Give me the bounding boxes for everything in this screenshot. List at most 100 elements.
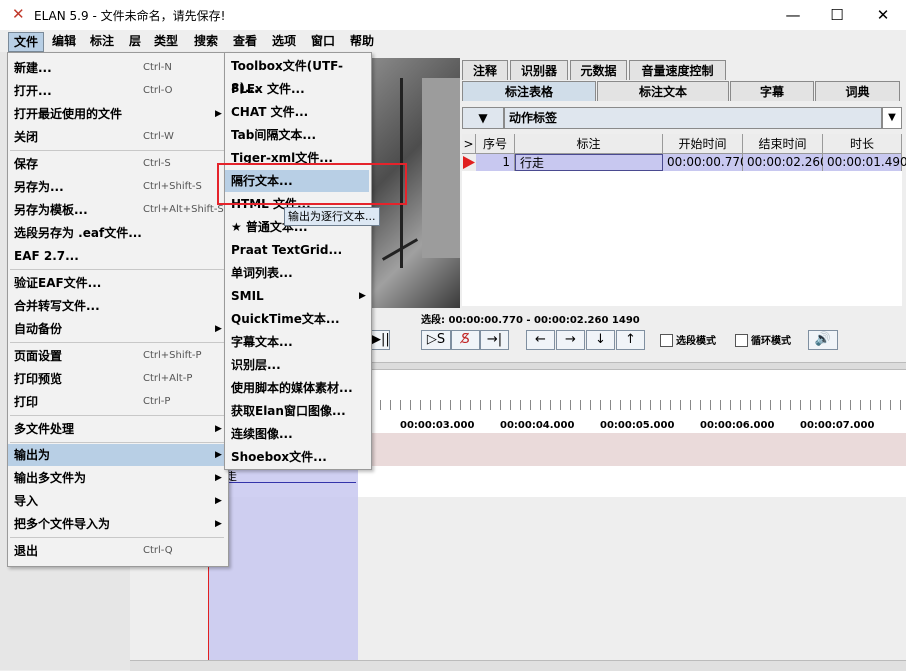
menu-window[interactable]: 窗口 — [306, 32, 340, 50]
export-tab-delimited[interactable]: Tab间隔文本... — [225, 124, 369, 146]
loop-mode-checkbox[interactable] — [735, 334, 748, 347]
menu-item-close[interactable]: 关闭 Ctrl-W — [8, 126, 226, 148]
menu-item-print[interactable]: 打印 Ctrl-P — [8, 391, 226, 413]
menu-item-import[interactable]: 导入 ▶ — [8, 490, 226, 512]
shortcut-label: Ctrl+Alt+Shift-S — [143, 204, 224, 215]
export-image-sequence[interactable]: 连续图像... — [225, 423, 369, 445]
menu-search[interactable]: 搜索 — [189, 32, 223, 50]
selection-info: 选段: 00:00:00.770 - 00:00:02.260 1490 — [421, 315, 640, 326]
tab-subtitles[interactable]: 字幕 — [730, 81, 814, 101]
menu-item-eaf27[interactable]: EAF 2.7... — [8, 245, 226, 267]
close-button[interactable]: ✕ — [860, 0, 906, 30]
tier-up-button[interactable]: ↑ — [616, 330, 645, 350]
timeline-scrollbar[interactable] — [130, 660, 906, 671]
goto-selection-end-button[interactable]: →| — [480, 330, 509, 350]
selection-mode-checkbox[interactable] — [660, 334, 673, 347]
menu-tier[interactable]: 层 — [124, 32, 146, 50]
menu-item-autobackup[interactable]: 自动备份 ▶ — [8, 318, 226, 340]
menu-item-save-as[interactable]: 另存为... Ctrl+Shift-S — [8, 176, 226, 198]
tooltip: 输出为逐行文本... — [284, 207, 380, 226]
tier-dropdown-button[interactable]: ▼ — [882, 107, 902, 129]
menu-item-open[interactable]: 打开... Ctrl-O — [8, 80, 226, 102]
tab-lexicon[interactable]: 词典 — [815, 81, 900, 101]
menu-file[interactable]: 文件 — [8, 32, 45, 52]
menu-item-recent[interactable]: 打开最近使用的文件 ▶ — [8, 103, 226, 125]
clear-selection-button[interactable]: S̸ — [451, 330, 480, 350]
tier-dropdown[interactable]: 动作标签 — [504, 107, 882, 129]
tab-volume-speed[interactable]: 音量速度控制 — [629, 60, 726, 80]
menu-item-label: 多文件处理 — [14, 422, 75, 436]
export-shoebox[interactable]: Shoebox文件... — [225, 446, 369, 468]
menu-item-merge[interactable]: 合并转写文件... — [8, 295, 226, 317]
shortcut-label: Ctrl-O — [143, 85, 173, 96]
table-cell-annotation[interactable]: 行走 — [515, 154, 663, 171]
col-duration[interactable]: 时长 — [823, 134, 902, 154]
menu-item-page-setup[interactable]: 页面设置 Ctrl+Shift-P — [8, 345, 226, 367]
tab-annotation-table[interactable]: 标注表格 — [462, 81, 596, 101]
menu-annotation[interactable]: 标注 — [85, 32, 119, 50]
menu-item-label: 打印 — [14, 395, 39, 409]
selection-mode-label: 选段模式 — [676, 336, 716, 347]
menu-help[interactable]: 帮助 — [345, 32, 379, 50]
menu-item-exit[interactable]: 退出 Ctrl-Q — [8, 540, 226, 562]
export-toolbox[interactable]: Toolbox文件(UTF-8)... — [225, 55, 369, 95]
minimize-button[interactable]: — — [770, 0, 816, 30]
menu-item-print-preview[interactable]: 打印预览 Ctrl+Alt-P — [8, 368, 226, 390]
export-chat[interactable]: CHAT 文件... — [225, 101, 369, 123]
timeline-tick: 00:00:03.000 — [400, 420, 475, 431]
shortcut-label: Ctrl-P — [143, 396, 171, 407]
col-end-time[interactable]: 结束时间 — [743, 134, 823, 154]
col-start-time[interactable]: 开始时间 — [663, 134, 743, 154]
menu-item-label: 打开... — [14, 84, 52, 98]
annotation-underline — [226, 482, 356, 483]
menu-type[interactable]: 类型 — [149, 32, 183, 50]
export-praat-textgrid[interactable]: Praat TextGrid... — [225, 239, 369, 261]
play-pause-button[interactable]: ▶|| — [370, 330, 390, 350]
tier-dropdown-arrow-icon[interactable]: ▼ — [462, 107, 504, 129]
export-quicktime[interactable]: QuickTime文本... — [225, 308, 369, 330]
shortcut-label: Ctrl-Q — [143, 545, 173, 556]
tier-down-button[interactable]: ↓ — [586, 330, 615, 350]
export-submenu: Toolbox文件(UTF-8)... FLEx 文件... CHAT 文件..… — [224, 52, 372, 470]
menu-options[interactable]: 选项 — [267, 32, 301, 50]
volume-icon[interactable]: 🔊 — [808, 330, 838, 350]
col-index[interactable]: 序号 — [476, 134, 515, 154]
menu-edit[interactable]: 编辑 — [47, 32, 81, 50]
tab-recognizer[interactable]: 识别器 — [510, 60, 568, 80]
timeline-tick: 00:00:07.000 — [800, 420, 875, 431]
menu-item-save[interactable]: 保存 Ctrl-S — [8, 153, 226, 175]
menu-item-export-multiple[interactable]: 输出多文件为 ▶ — [8, 467, 226, 489]
menu-item-export-as[interactable]: 输出为 ▶ — [8, 444, 226, 466]
tab-comments[interactable]: 注释 — [462, 60, 508, 80]
menu-item-new[interactable]: 新建... Ctrl-N — [8, 57, 226, 79]
export-media-script[interactable]: 使用脚本的媒体素材... — [225, 377, 369, 399]
submenu-arrow-icon: ▶ — [215, 424, 222, 434]
submenu-arrow-icon: ▶ — [215, 324, 222, 334]
export-recognizer-tier[interactable]: 识别层... — [225, 354, 369, 376]
export-word-list[interactable]: 单词列表... — [225, 262, 369, 284]
prev-annotation-button[interactable]: ← — [526, 330, 555, 350]
table-cell-end[interactable]: 00:00:02.260 — [743, 154, 828, 171]
table-empty-area — [462, 171, 902, 306]
table-cell-start[interactable]: 00:00:00.770 — [663, 154, 748, 171]
col-annotation[interactable]: 标注 — [515, 134, 663, 154]
menu-separator — [10, 269, 224, 270]
maximize-button[interactable]: ☐ — [814, 0, 860, 30]
tab-metadata[interactable]: 元数据 — [570, 60, 627, 80]
menu-item-validate[interactable]: 验证EAF文件... — [8, 272, 226, 294]
export-subtitles[interactable]: 字幕文本... — [225, 331, 369, 353]
table-cell-duration[interactable]: 00:00:01.490 — [823, 154, 906, 171]
table-cell-index[interactable]: 1 — [476, 154, 515, 171]
menu-item-label: 关闭 — [14, 130, 39, 144]
menu-item-save-template[interactable]: 另存为模板... Ctrl+Alt+Shift-S — [8, 199, 226, 221]
play-selection-button[interactable]: ▷S — [421, 330, 451, 350]
export-flex[interactable]: FLEx 文件... — [225, 78, 369, 100]
tab-annotation-text[interactable]: 标注文本 — [597, 81, 729, 101]
export-window-image[interactable]: 获取Elan窗口图像... — [225, 400, 369, 422]
menu-item-save-selection[interactable]: 选段另存为 .eaf文件... — [8, 222, 226, 244]
export-smil[interactable]: SMIL ▶ — [225, 285, 369, 307]
next-annotation-button[interactable]: → — [556, 330, 585, 350]
menu-view[interactable]: 查看 — [228, 32, 262, 50]
menu-item-multi-file[interactable]: 多文件处理 ▶ — [8, 418, 226, 440]
menu-item-import-multiple[interactable]: 把多个文件导入为 ▶ — [8, 513, 226, 535]
